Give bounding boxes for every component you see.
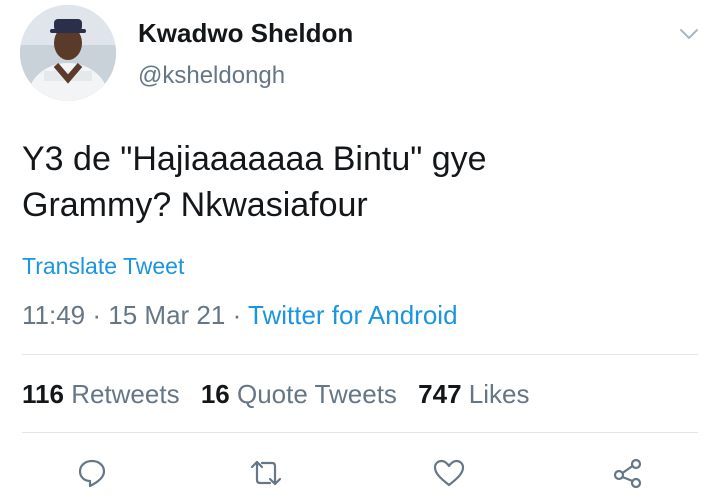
tweet-date: 15 Mar 21 bbox=[108, 300, 226, 330]
action-bar bbox=[0, 453, 720, 493]
retweets-stat[interactable]: 116 Retweets bbox=[22, 379, 180, 409]
likes-stat[interactable]: 747 Likes bbox=[418, 379, 529, 409]
quote-tweets-stat[interactable]: 16 Quote Tweets bbox=[201, 379, 397, 409]
share-button[interactable] bbox=[608, 453, 648, 493]
tweet-text: Y3 de "Hajiaaaaaaa Bintu" gye Grammy? Nk… bbox=[22, 136, 702, 228]
profile-photo bbox=[20, 5, 116, 101]
tweet-time: 11:49 bbox=[22, 300, 86, 330]
separator-dot: · bbox=[92, 300, 109, 330]
likes-label: Likes bbox=[468, 379, 530, 409]
retweets-count: 116 bbox=[22, 379, 64, 409]
avatar[interactable] bbox=[20, 5, 116, 101]
share-icon bbox=[613, 458, 642, 488]
retweet-button[interactable] bbox=[246, 453, 286, 493]
tweet-text-line: Y3 de "Hajiaaaaaaa Bintu" gye bbox=[22, 140, 487, 178]
like-button[interactable] bbox=[429, 453, 469, 493]
quote-tweets-label: Quote Tweets bbox=[236, 379, 397, 409]
retweet-icon bbox=[250, 460, 282, 486]
divider bbox=[22, 432, 698, 433]
retweets-label: Retweets bbox=[71, 379, 180, 409]
translate-link[interactable]: Translate Tweet bbox=[22, 253, 184, 280]
author-name[interactable]: Kwadwo Sheldon bbox=[138, 18, 353, 49]
chevron-down-icon[interactable] bbox=[677, 22, 701, 46]
divider bbox=[22, 354, 698, 355]
reply-icon bbox=[78, 459, 106, 488]
quote-tweets-count: 16 bbox=[200, 379, 230, 409]
tweet-meta: 11:49 · 15 Mar 21 · Twitter for Android bbox=[22, 300, 458, 331]
reply-button[interactable] bbox=[72, 453, 112, 493]
like-icon bbox=[433, 459, 465, 487]
tweet-source-link[interactable]: Twitter for Android bbox=[248, 300, 458, 330]
likes-count: 747 bbox=[418, 379, 462, 409]
separator-dot: · bbox=[232, 300, 248, 330]
tweet-stats: 116 Retweets 16 Quote Tweets 747 Likes bbox=[22, 379, 543, 410]
tweet-text-line: Grammy? Nkwasiafour bbox=[22, 186, 368, 224]
author-handle[interactable]: @ksheldongh bbox=[138, 62, 285, 90]
